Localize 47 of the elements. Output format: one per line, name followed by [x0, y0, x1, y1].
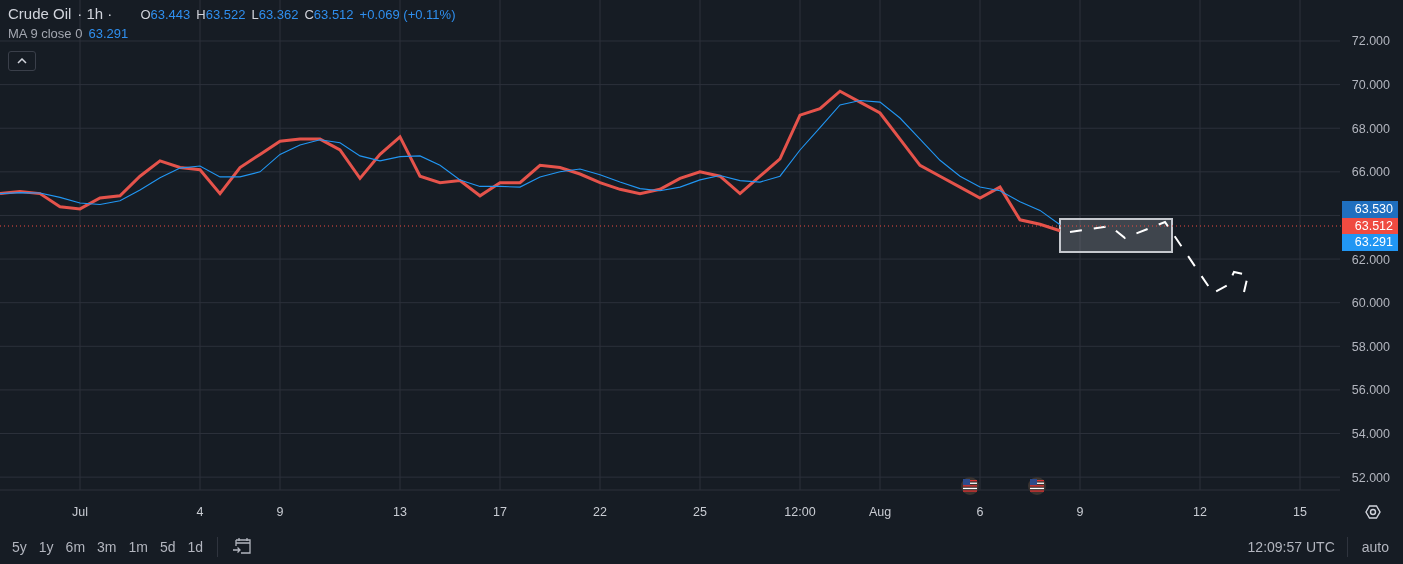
price-tick: 72.000	[1351, 34, 1390, 49]
price-tick: 62.000	[1351, 252, 1390, 267]
price-change: +0.069 (+0.11%)	[359, 7, 456, 22]
ohlc-key: L	[251, 7, 259, 22]
ohlc-value: 63.362	[258, 7, 299, 22]
date-label: Aug	[868, 505, 892, 519]
price-tick: 54.000	[1351, 427, 1390, 441]
date-label: 15	[1293, 505, 1307, 519]
price-tick: 58.000	[1351, 339, 1390, 354]
interval-label: · 1h ·	[77, 5, 113, 22]
price-tick: 60.000	[1351, 296, 1390, 311]
price-tick: 66.000	[1351, 165, 1390, 180]
symbol-title: Crude Oil	[8, 5, 72, 22]
price-tick: 68.000	[1351, 121, 1390, 136]
date-label: 4	[196, 505, 204, 519]
price-tick: 56.000	[1351, 383, 1390, 398]
price-label: 63.530	[1342, 201, 1398, 218]
date-label: 12:00	[784, 505, 816, 519]
range-button[interactable]: 3m	[91, 537, 123, 557]
range-button[interactable]: 1m	[122, 537, 154, 557]
ohlc-value: 63.522	[205, 7, 246, 22]
date-label: 25	[693, 505, 707, 519]
clock: 12:09:57 UTC	[1246, 539, 1336, 555]
ohlc-key: H	[196, 7, 206, 22]
price-label: 63.291	[1342, 234, 1398, 251]
indicator-name: MA 9 close 0	[8, 26, 83, 41]
scale-button[interactable]: auto	[1355, 537, 1395, 557]
date-label: 17	[493, 505, 507, 519]
date-label: 22	[593, 505, 607, 519]
ohlc-key: O	[140, 7, 151, 22]
range-button[interactable]: 1d	[181, 537, 210, 557]
range-button[interactable]: 5y	[6, 537, 33, 557]
date-label: 6	[976, 505, 984, 519]
ohlc-key: C	[304, 7, 314, 22]
range-button[interactable]: 5d	[153, 537, 182, 557]
price-tick: 52.000	[1351, 470, 1390, 485]
range-button[interactable]: 1y	[32, 537, 60, 557]
date-label: 13	[393, 505, 407, 519]
date-label: 12	[1193, 505, 1207, 519]
date-label: 9	[276, 505, 284, 519]
range-button[interactable]: 6m	[59, 537, 92, 557]
ohlc-value: 63.512	[313, 7, 354, 22]
date-label: Jul	[72, 505, 88, 519]
ohlc-value: 63.443	[150, 7, 191, 22]
price-tick: 70.000	[1351, 78, 1390, 93]
date-label: 9	[1076, 505, 1084, 519]
indicator-value: 63.291	[88, 26, 129, 41]
